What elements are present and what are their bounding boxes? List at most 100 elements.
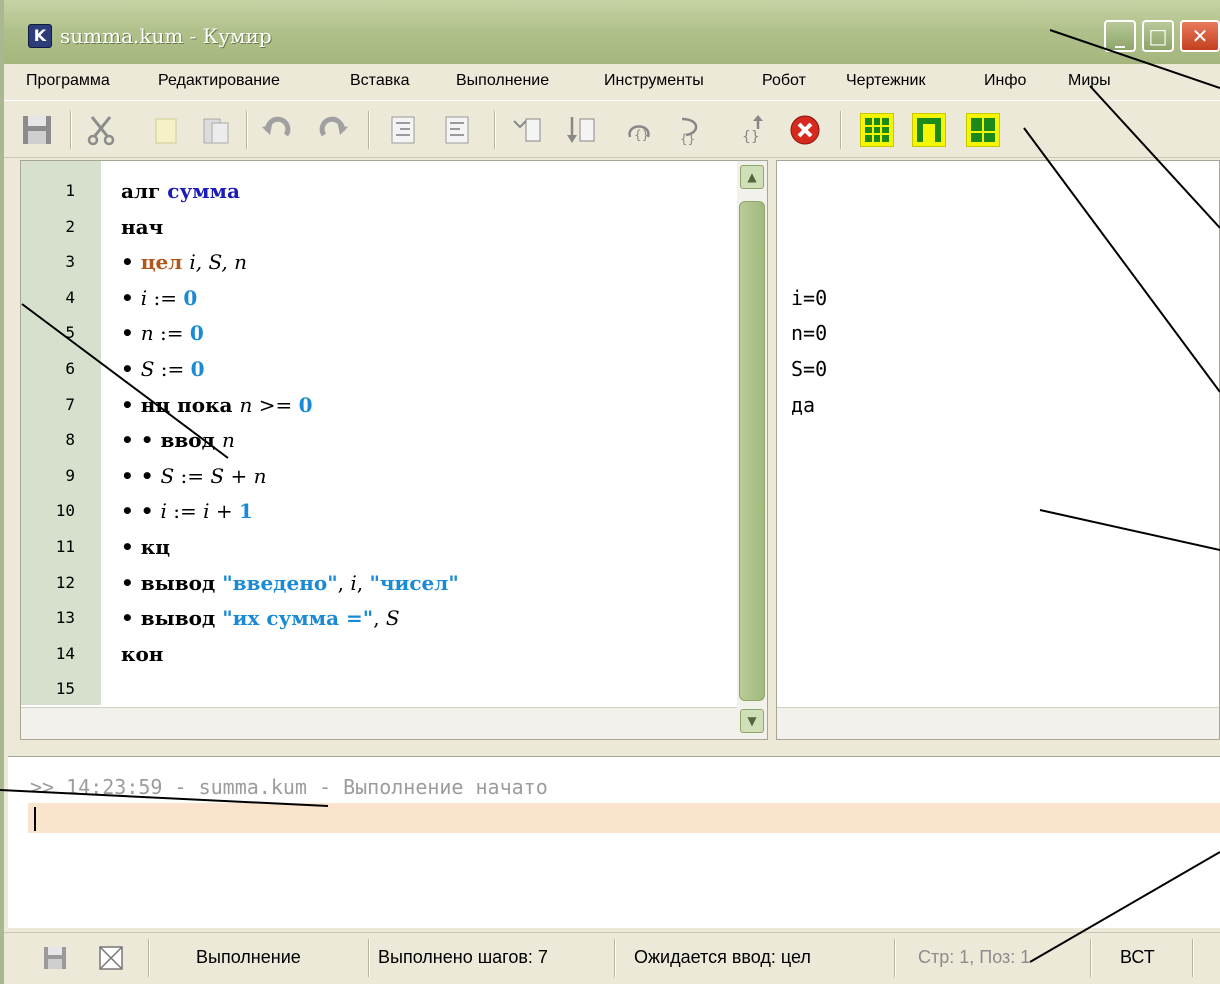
indent-icon[interactable] <box>386 113 420 147</box>
console-message: >> 14:23:59 - summa.kum - Выполнение нач… <box>30 775 548 799</box>
line-number: 15 <box>55 679 75 699</box>
line-number: 14 <box>55 643 75 663</box>
svg-text:{}: {} <box>634 128 649 142</box>
margin-output-panel: i=0 n=0 S=0 да <box>776 160 1220 740</box>
code-token: n <box>253 463 267 488</box>
code-line[interactable]: • • S := S + n <box>121 464 267 488</box>
code-line[interactable]: • • ввод n <box>121 428 235 452</box>
code-token: цел <box>140 250 190 275</box>
menu-edit[interactable]: Редактирование <box>158 72 280 90</box>
step-in-icon[interactable] <box>510 113 544 147</box>
menu-robot[interactable]: Робот <box>762 72 806 90</box>
code-token: := <box>147 285 184 310</box>
menu-info[interactable]: Инфо <box>984 72 1026 90</box>
save-icon[interactable] <box>42 945 68 971</box>
code-token: := <box>166 499 204 524</box>
cut-icon[interactable] <box>84 113 118 147</box>
step-out-loop-icon[interactable]: {} <box>736 113 770 147</box>
console-input-line[interactable] <box>28 803 1220 833</box>
close-button[interactable]: ✕ <box>1180 20 1220 52</box>
code-line[interactable]: • нц пока n >= 0 <box>121 393 313 417</box>
code-token: • • <box>121 428 161 453</box>
code-line[interactable]: кон <box>121 642 163 666</box>
menu-insert[interactable]: Вставка <box>350 72 409 90</box>
draftsman-icon[interactable] <box>966 113 1000 147</box>
code-line[interactable]: • вывод "введено", i, "чисел" <box>121 571 459 595</box>
code-token: S <box>160 463 175 488</box>
paste-icon[interactable] <box>198 113 232 147</box>
undo-icon[interactable] <box>260 113 294 147</box>
app-logo-icon[interactable]: K <box>28 24 52 48</box>
code-line[interactable]: • кц <box>121 535 170 559</box>
code-token: >= <box>252 392 299 417</box>
robot-field-icon[interactable] <box>912 113 946 147</box>
status-mode: Выполнение <box>196 947 301 967</box>
code-line[interactable]: алг сумма <box>121 179 240 203</box>
line-number: 5 <box>65 323 75 343</box>
toolbar-separator <box>246 111 248 149</box>
code-line[interactable]: • n := 0 <box>121 321 204 345</box>
code-line[interactable]: • S := 0 <box>121 357 205 381</box>
margin-value: да <box>791 392 816 417</box>
stop-icon[interactable] <box>788 113 822 147</box>
line-number: 8 <box>65 430 75 450</box>
code-line[interactable]: • вывод "их сумма =", S <box>121 606 400 630</box>
editor-horizontal-scrollbar[interactable] <box>21 707 737 739</box>
code-token: кон <box>121 641 164 666</box>
code-editor[interactable]: 1 2 3 4 5 6 7 8 9 10 11 12 13 14 15 алг сумма нач • цел … <box>20 160 768 740</box>
code-token: вывод <box>140 606 223 631</box>
line-number: 6 <box>65 359 75 378</box>
code-line[interactable]: • • i := i + 1 <box>121 499 253 523</box>
code-token: 0 <box>190 357 205 381</box>
line-number: 1 <box>65 181 75 200</box>
status-position: Стр: 1, Поз: 1 <box>918 947 1031 967</box>
code-token: нц пока <box>140 392 240 417</box>
code-token: алг <box>121 179 168 203</box>
step-out-icon[interactable]: {} <box>672 113 706 147</box>
scroll-up-icon[interactable]: ▲ <box>740 165 764 189</box>
code-token: ввод <box>160 428 222 453</box>
menu-worlds[interactable]: Миры <box>1068 72 1111 90</box>
status-bar: Выполнение Выполнено шагов: 7 Ожидается … <box>4 932 1220 984</box>
code-token: • <box>121 535 141 559</box>
menu-tools[interactable]: Инструменты <box>604 72 704 90</box>
code-token: • <box>121 250 141 275</box>
unindent-icon[interactable] <box>440 113 474 147</box>
step-over-icon[interactable]: {} <box>622 113 656 147</box>
editor-vertical-scrollbar[interactable]: ▲ ▼ <box>737 161 767 739</box>
menu-program[interactable]: Программа <box>26 72 110 90</box>
redo-icon[interactable] <box>316 113 350 147</box>
minimize-button[interactable]: _ <box>1104 20 1136 52</box>
maximize-button[interactable]: □ <box>1142 20 1174 52</box>
code-token: 0 <box>298 392 313 417</box>
status-insert-mode: ВСТ <box>1120 947 1155 967</box>
code-token: S <box>385 606 400 631</box>
code-token: "чисел" <box>369 570 459 595</box>
copy-icon[interactable] <box>148 113 182 147</box>
console-panel[interactable]: >> 14:23:59 - summa.kum - Выполнение нач… <box>8 756 1220 928</box>
robot-grid-icon[interactable] <box>860 113 894 147</box>
status-separator <box>368 939 370 977</box>
line-number: 10 <box>55 501 75 521</box>
run-icon[interactable] <box>564 113 598 147</box>
close-file-icon[interactable] <box>98 945 124 971</box>
code-token: S <box>140 357 155 381</box>
code-line[interactable]: • i := 0 <box>121 286 197 310</box>
code-token: S <box>210 463 225 488</box>
code-token: , <box>373 606 386 631</box>
code-token: нач <box>121 214 164 239</box>
minimize-icon: _ <box>1115 24 1125 48</box>
code-token: := <box>174 463 211 488</box>
save-icon[interactable] <box>20 113 54 147</box>
code-token: n <box>239 392 253 417</box>
svg-text:{}: {} <box>742 129 760 145</box>
menu-draftsman[interactable]: Чертежник <box>846 72 925 90</box>
margin-horizontal-scrollbar[interactable] <box>777 707 1219 739</box>
scroll-down-icon[interactable]: ▼ <box>740 709 764 733</box>
title-bar[interactable]: K summa.kum - Кумир _ □ ✕ <box>4 0 1220 64</box>
svg-text:{}: {} <box>680 132 695 146</box>
scrollbar-thumb[interactable] <box>739 201 765 701</box>
code-line[interactable]: нач <box>121 215 163 239</box>
menu-run[interactable]: Выполнение <box>456 72 549 90</box>
code-line[interactable]: • цел i, S, n <box>121 250 247 274</box>
